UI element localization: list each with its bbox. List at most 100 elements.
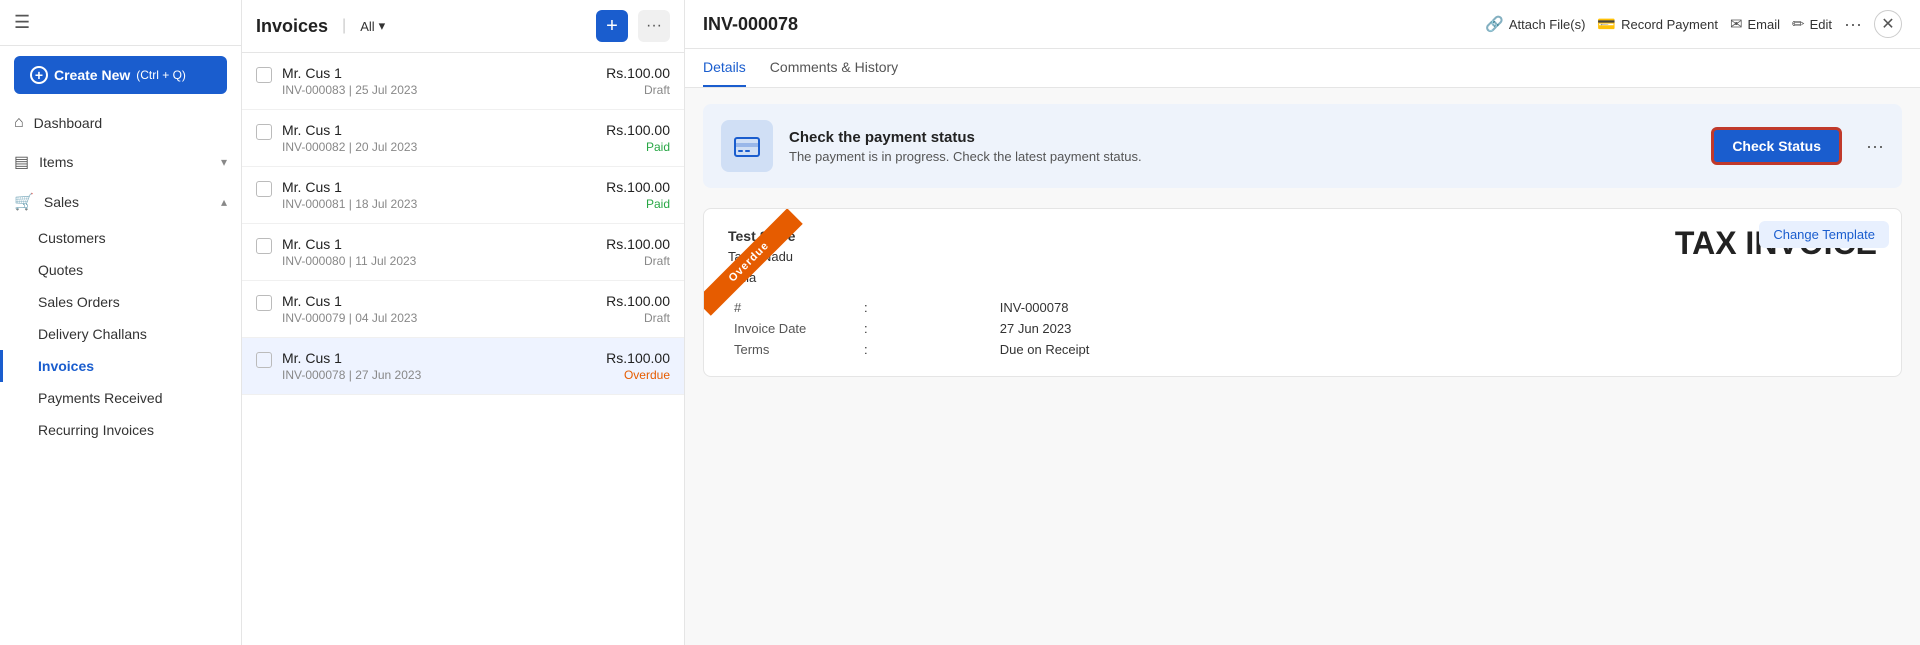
field-value: Due on Receipt — [994, 339, 1877, 360]
tab-details[interactable]: Details — [703, 49, 746, 87]
sidebar-item-sales[interactable]: 🛒 Sales ▴ — [0, 182, 241, 222]
payment-status-description: The payment is in progress. Check the la… — [789, 149, 1695, 164]
attach-files-button[interactable]: 🔗 Attach File(s) — [1485, 15, 1585, 33]
sidebar-item-invoices[interactable]: Invoices — [0, 350, 241, 382]
list-divider: | — [342, 17, 346, 35]
table-row[interactable]: Mr. Cus 1 INV-000081 | 18 Jul 2023 Rs.10… — [242, 167, 684, 224]
payment-status-icon — [721, 120, 773, 172]
field-value: 27 Jun 2023 — [994, 318, 1877, 339]
sidebar-item-label: Items — [39, 154, 73, 170]
chevron-down-icon: ▾ — [221, 155, 227, 169]
change-template-button[interactable]: Change Template — [1759, 221, 1889, 248]
sales-icon: 🛒 — [14, 192, 34, 212]
invoice-status: Overdue — [606, 368, 670, 382]
list-title: Invoices — [256, 16, 328, 37]
attach-icon: 🔗 — [1485, 15, 1504, 33]
more-options-button[interactable]: ··· — [638, 10, 670, 42]
invoice-checkbox[interactable] — [256, 124, 272, 140]
invoice-checkbox[interactable] — [256, 238, 272, 254]
sidebar-header: ☰ — [0, 0, 241, 46]
create-new-button[interactable]: + Create New (Ctrl + Q) — [14, 56, 227, 94]
invoice-amount: Rs.100.00 — [606, 65, 670, 81]
table-row[interactable]: Mr. Cus 1 INV-000080 | 11 Jul 2023 Rs.10… — [242, 224, 684, 281]
invoice-meta: INV-000079 | 04 Jul 2023 — [282, 311, 596, 325]
email-button[interactable]: ✉ Email — [1730, 15, 1780, 33]
edit-label: Edit — [1810, 17, 1832, 32]
filter-label: All — [360, 19, 374, 34]
detail-topbar: INV-000078 🔗 Attach File(s) 💳 Record Pay… — [685, 0, 1920, 49]
add-invoice-button[interactable]: + — [596, 10, 628, 42]
field-separator: : — [858, 318, 994, 339]
table-row: Terms : Due on Receipt — [728, 339, 1877, 360]
sidebar-item-label: Sales — [44, 194, 79, 210]
invoice-meta: INV-000078 | 27 Jun 2023 — [282, 368, 596, 382]
table-row[interactable]: Mr. Cus 1 INV-000079 | 04 Jul 2023 Rs.10… — [242, 281, 684, 338]
table-row: Invoice Date : 27 Jun 2023 — [728, 318, 1877, 339]
sidebar-item-recurring-invoices[interactable]: Recurring Invoices — [0, 414, 241, 446]
sidebar-item-sales-orders[interactable]: Sales Orders — [0, 286, 241, 318]
invoice-amount: Rs.100.00 — [606, 179, 670, 195]
customer-name: Mr. Cus 1 — [282, 122, 596, 138]
invoice-checkbox[interactable] — [256, 67, 272, 83]
invoice-amount: Rs.100.00 — [606, 293, 670, 309]
field-value: INV-000078 — [994, 297, 1877, 318]
table-row[interactable]: Mr. Cus 1 INV-000078 | 27 Jun 2023 Rs.10… — [242, 338, 684, 395]
invoice-status: Draft — [606, 254, 670, 268]
record-payment-label: Record Payment — [1621, 17, 1718, 32]
plus-circle-icon: + — [30, 66, 48, 84]
sidebar-item-payments-received[interactable]: Payments Received — [0, 382, 241, 414]
filter-button[interactable]: All ▾ — [360, 18, 385, 34]
payment-icon: 💳 — [1597, 15, 1616, 33]
payment-status-card: Check the payment status The payment is … — [703, 104, 1902, 188]
check-status-button[interactable]: Check Status — [1711, 127, 1842, 165]
invoice-header-row: Test Store Tamil Nadu India TAX INVOICE — [704, 209, 1901, 297]
customer-name: Mr. Cus 1 — [282, 65, 596, 81]
invoice-status: Paid — [606, 197, 670, 211]
payment-status-title: Check the payment status — [789, 129, 1695, 146]
invoice-meta: INV-000081 | 18 Jul 2023 — [282, 197, 596, 211]
detail-panel: INV-000078 🔗 Attach File(s) 💳 Record Pay… — [685, 0, 1920, 645]
edit-button[interactable]: ✏ Edit — [1792, 15, 1832, 33]
sidebar-item-customers[interactable]: Customers — [0, 222, 241, 254]
overdue-ribbon: Overdue — [704, 209, 803, 316]
sidebar-item-dashboard[interactable]: ⌂ Dashboard — [0, 104, 241, 142]
invoice-status: Draft — [606, 311, 670, 325]
table-row[interactable]: Mr. Cus 1 INV-000083 | 25 Jul 2023 Rs.10… — [242, 53, 684, 110]
chevron-up-icon: ▴ — [221, 195, 227, 209]
edit-icon: ✏ — [1792, 15, 1805, 33]
hamburger-icon[interactable]: ☰ — [14, 12, 30, 32]
sidebar-item-delivery-challans[interactable]: Delivery Challans — [0, 318, 241, 350]
overdue-ribbon-wrapper: Overdue — [704, 209, 834, 339]
invoice-status: Paid — [606, 140, 670, 154]
customer-name: Mr. Cus 1 — [282, 179, 596, 195]
tab-comments-history[interactable]: Comments & History — [770, 49, 898, 87]
card-more-options[interactable]: ··· — [1866, 136, 1884, 157]
invoice-meta: INV-000080 | 11 Jul 2023 — [282, 254, 596, 268]
invoice-amount: Rs.100.00 — [606, 350, 670, 366]
invoice-meta: INV-000082 | 20 Jul 2023 — [282, 140, 596, 154]
record-payment-button[interactable]: 💳 Record Payment — [1597, 15, 1718, 33]
invoice-preview: Change Template Overdue Test Store Tamil… — [703, 208, 1902, 377]
invoice-checkbox[interactable] — [256, 181, 272, 197]
create-new-label: Create New — [54, 67, 130, 83]
customer-name: Mr. Cus 1 — [282, 293, 596, 309]
sidebar-item-quotes[interactable]: Quotes — [0, 254, 241, 286]
invoice-amount: Rs.100.00 — [606, 122, 670, 138]
invoice-meta: INV-000083 | 25 Jul 2023 — [282, 83, 596, 97]
attach-files-label: Attach File(s) — [1509, 17, 1586, 32]
close-button[interactable]: ✕ — [1874, 10, 1902, 38]
customer-name: Mr. Cus 1 — [282, 236, 596, 252]
detail-more-options[interactable]: ··· — [1844, 14, 1862, 35]
detail-content: Check the payment status The payment is … — [685, 88, 1920, 645]
invoice-list-panel: Invoices | All ▾ + ··· Mr. Cus 1 INV-000… — [242, 0, 685, 645]
table-row[interactable]: Mr. Cus 1 INV-000082 | 20 Jul 2023 Rs.10… — [242, 110, 684, 167]
field-separator: : — [858, 339, 994, 360]
invoice-checkbox[interactable] — [256, 352, 272, 368]
invoice-status: Draft — [606, 83, 670, 97]
sidebar-item-items[interactable]: ▤ Items ▾ — [0, 142, 241, 182]
invoice-checkbox[interactable] — [256, 295, 272, 311]
items-icon: ▤ — [14, 152, 29, 172]
list-header: Invoices | All ▾ + ··· — [242, 0, 684, 53]
create-new-shortcut: (Ctrl + Q) — [136, 68, 186, 82]
detail-tabs: Details Comments & History — [685, 49, 1920, 88]
